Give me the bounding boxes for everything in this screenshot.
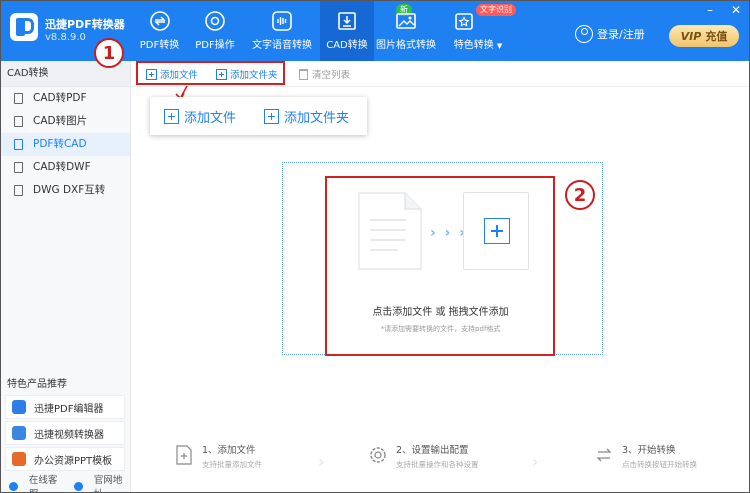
zoomed-toolbar-callout: 添加文件 添加文件夹 [150, 97, 367, 135]
sidebar-item-cad-to-pdf[interactable]: CAD转PDF [1, 87, 130, 110]
zoomed-add-folder: 添加文件夹 [264, 107, 349, 126]
clear-list-label: 清空列表 [312, 70, 351, 81]
nav-label: 图片格式转换 [376, 40, 436, 51]
online-support-label: 在线客服 [28, 475, 58, 492]
website-link[interactable]: 官网地址 [74, 472, 131, 492]
add-file-step-icon [176, 445, 192, 465]
clear-list-button[interactable]: 清空列表 [299, 67, 350, 81]
login-button[interactable]: 登录/注册 [575, 25, 645, 43]
nav-image-convert[interactable]: 新 图片格式转换 [374, 1, 438, 61]
vip-label: VIP [680, 29, 702, 43]
app-window: 迅捷PDF转换器 v8.8.9.0 PDF转换 PDF操作 文字语音转换 CAD… [0, 0, 750, 493]
star-icon [453, 10, 475, 32]
sidebar: CAD转换 CAD转PDF CAD转图片 PDF转CAD CAD转DWF DWG… [1, 61, 131, 492]
zoomed-add-file-label: 添加文件 [184, 110, 237, 126]
sidebar-item-cad-to-dwf[interactable]: CAD转DWF [1, 156, 130, 179]
browser-icon [74, 481, 83, 491]
app-version: v8.8.9.0 [45, 32, 86, 43]
sidebar-item-dwg-dxf[interactable]: DWG DXF互转 [1, 179, 130, 202]
login-label: 登录/注册 [597, 28, 645, 41]
vip-action: 充值 [705, 30, 728, 43]
chevron-right-icon: › [532, 452, 539, 471]
website-label: 官网地址 [93, 475, 123, 492]
sidebar-item-label: DWG DXF互转 [33, 184, 106, 196]
add-file-icon [164, 108, 179, 124]
file-icon [14, 139, 23, 150]
step-title: 3、开始转换 [622, 445, 676, 456]
sidebar-item-label: CAD转图片 [33, 115, 88, 127]
featured-ppt-templates[interactable]: 办公资源PPT模板 [5, 447, 125, 471]
zoomed-add-file: 添加文件 [164, 107, 236, 126]
nav-special-convert[interactable]: 文字识别 特色转换 ▼ [438, 1, 518, 61]
featured-title: 特色产品推荐 [7, 379, 67, 390]
chevron-right-icon: › [318, 452, 325, 471]
convert-step-icon [596, 448, 612, 462]
nav-label: 特色转换 ▼ [453, 40, 503, 51]
file-icon [14, 93, 23, 104]
trash-icon [299, 68, 308, 80]
featured-video-converter[interactable]: 迅捷视频转换器 [5, 421, 125, 445]
sidebar-item-cad-to-image[interactable]: CAD转图片 [1, 110, 130, 133]
nav-text-speech[interactable]: 文字语音转换 [244, 1, 320, 61]
vip-recharge-button[interactable]: VIP 充值 [669, 25, 739, 47]
sidebar-item-label: PDF转CAD [33, 138, 87, 150]
nav-cad-convert[interactable]: CAD转换 [320, 1, 374, 61]
nav-label: PDF转换 [139, 40, 180, 51]
annotation-box-toolbar [136, 61, 285, 85]
pdf-editor-icon [12, 400, 26, 414]
featured-pdf-editor[interactable]: 迅捷PDF编辑器 [5, 395, 125, 419]
sidebar-item-label: CAD转PDF [33, 92, 87, 104]
headset-icon [9, 481, 18, 491]
app-name: 迅捷PDF转换器 [45, 18, 125, 31]
zoomed-add-folder-label: 添加文件夹 [284, 110, 350, 126]
sidebar-item-label: CAD转DWF [33, 161, 91, 173]
image-icon [395, 10, 417, 32]
video-converter-icon [12, 426, 26, 440]
chevron-down-icon: ▼ [496, 42, 503, 50]
featured-label: 迅捷PDF编辑器 [34, 403, 104, 415]
step-output-settings: 2、设置输出配置 支持批量操作和各种设置 [368, 442, 479, 470]
nav-pdf-operate[interactable]: PDF操作 [186, 1, 244, 61]
nav-label: CAD转换 [326, 40, 368, 51]
ppt-icon [12, 452, 26, 466]
online-support-link[interactable]: 在线客服 [9, 472, 66, 492]
steps-bar: 1、添加文件 支持批量添加文件 › 2、设置输出配置 支持批量操作和各种设置 ›… [132, 442, 749, 482]
app-logo [10, 13, 38, 41]
ocr-badge: 文字识别 [476, 4, 516, 16]
annotation-number-two: 2 [565, 180, 595, 210]
file-icon [14, 185, 23, 196]
featured-label: 迅捷视频转换器 [34, 429, 104, 441]
support-links: 在线客服 官网地址 [1, 472, 131, 492]
file-icon [14, 162, 23, 173]
step-title: 1、添加文件 [202, 445, 256, 456]
step-title: 2、设置输出配置 [396, 445, 469, 456]
featured-label: 办公资源PPT模板 [34, 455, 113, 467]
step-subtitle: 支持批量操作和各种设置 [396, 460, 479, 469]
annotation-number-one: 1 [94, 38, 124, 68]
annotation-box-drop [325, 176, 555, 356]
step-subtitle: 点击转换按钮开始转换 [622, 460, 697, 469]
nav-pdf-convert[interactable]: PDF转换 [133, 1, 186, 61]
step-start-convert: 3、开始转换 点击转换按钮开始转换 [594, 442, 697, 470]
convert-icon [149, 10, 171, 32]
sidebar-item-pdf-to-cad[interactable]: PDF转CAD [1, 133, 130, 156]
nav-label: PDF操作 [195, 40, 235, 51]
step-subtitle: 支持批量添加文件 [202, 460, 262, 469]
minimize-icon[interactable]: – [707, 3, 713, 17]
gear-icon [204, 10, 226, 32]
step-add-file: 1、添加文件 支持批量添加文件 [174, 442, 262, 470]
image-file-icon [14, 116, 23, 127]
cad-icon [336, 10, 358, 32]
gear-icon [370, 447, 386, 463]
close-icon[interactable]: ✕ [731, 3, 741, 17]
nav-label: 文字语音转换 [252, 40, 312, 51]
main-nav: PDF转换 PDF操作 文字语音转换 CAD转换 新 图片格式转换 文字识别 特… [133, 1, 518, 61]
waveform-icon [271, 10, 293, 32]
add-folder-icon [264, 108, 280, 124]
user-icon [575, 25, 593, 43]
